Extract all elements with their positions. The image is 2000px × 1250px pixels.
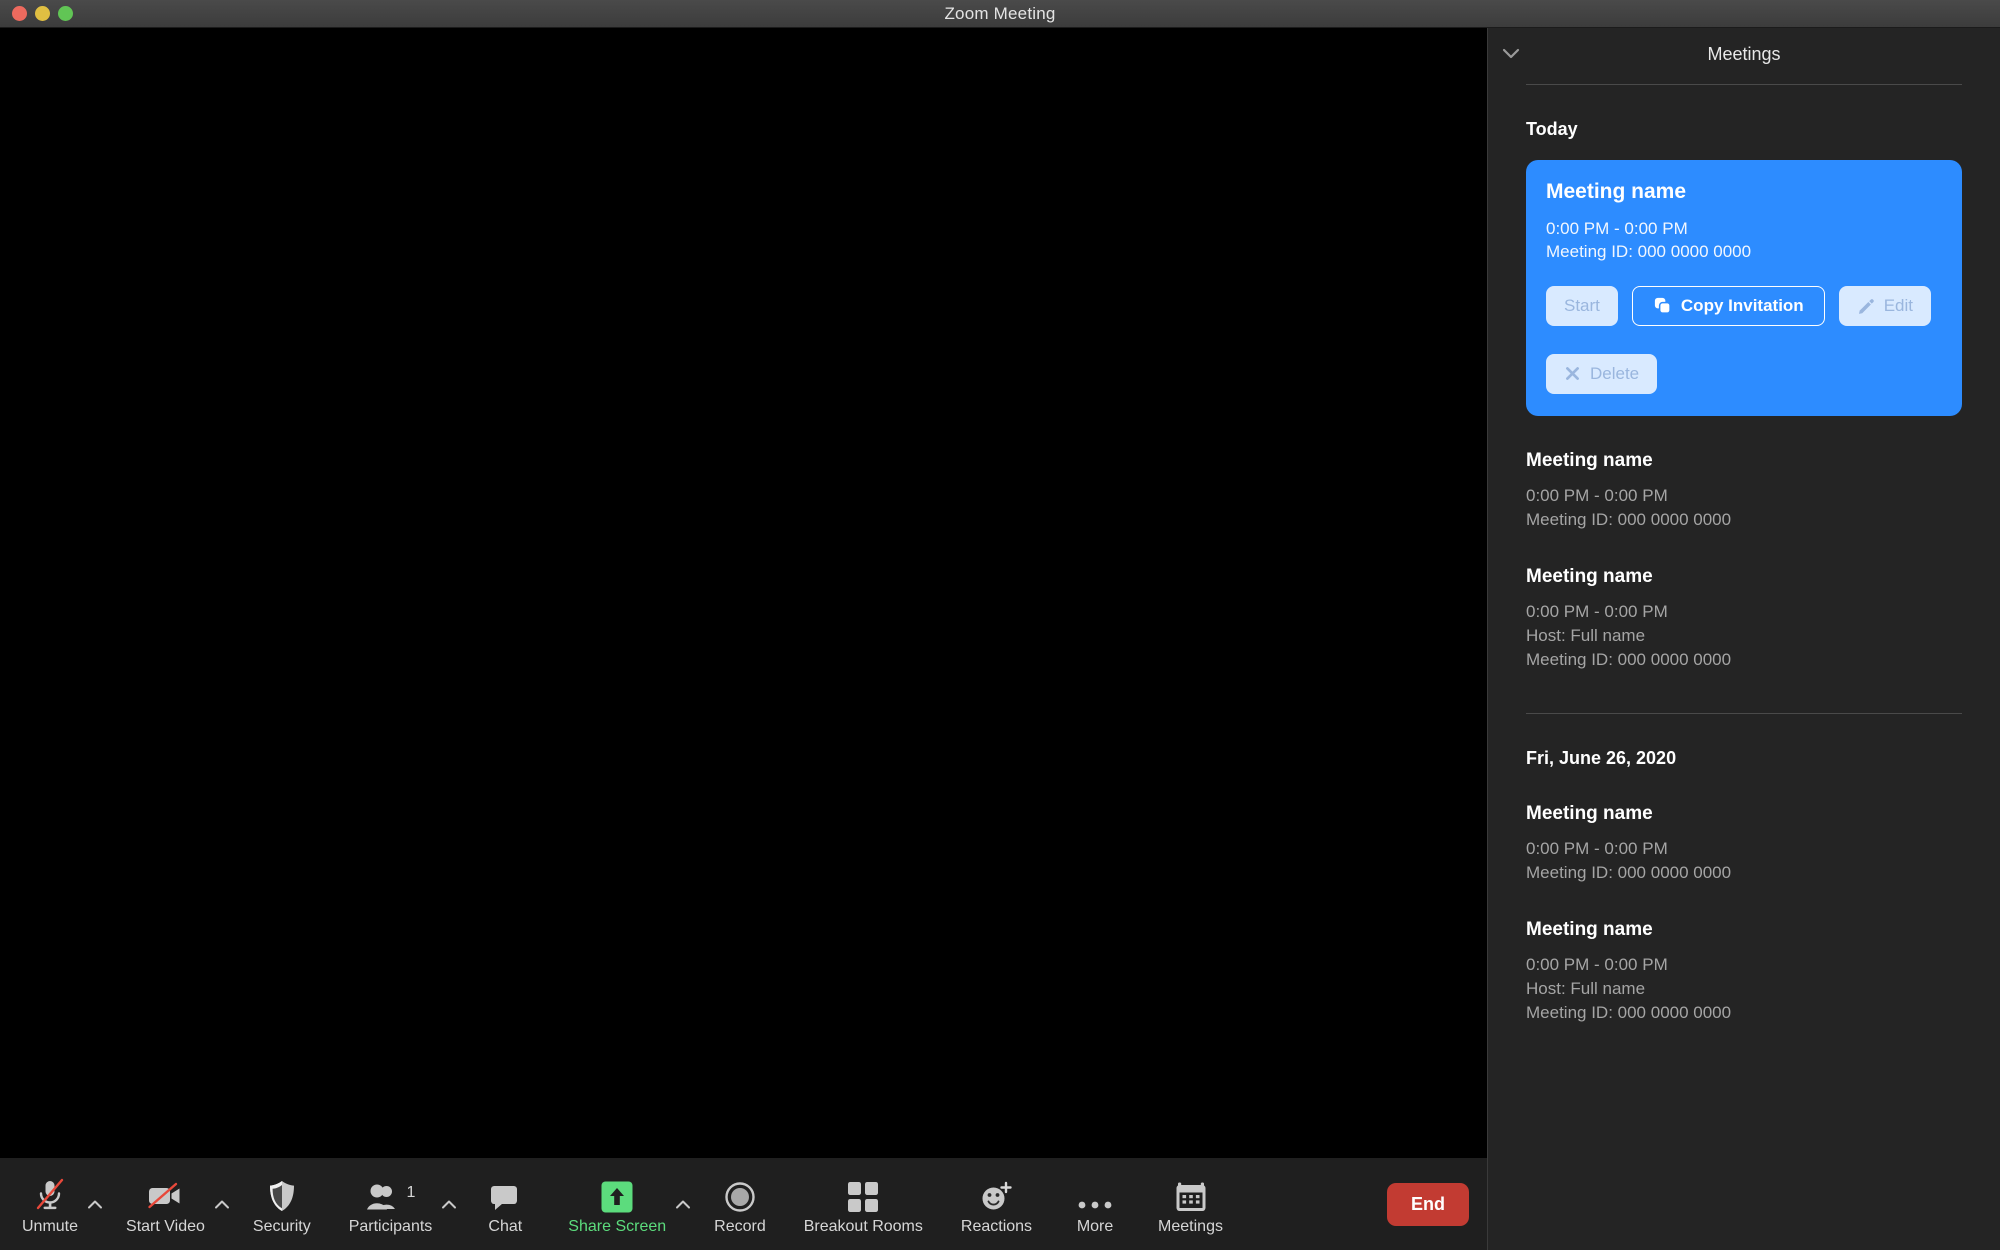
edit-button[interactable]: Edit xyxy=(1838,285,1931,326)
start-button[interactable]: Start xyxy=(1546,285,1618,326)
meeting-name: Meeting name xyxy=(1546,180,1687,203)
toolbar-label-participants: Participants xyxy=(348,1217,433,1235)
meeting-list-item[interactable]: Meeting name 0:00 PM - 0:00 PM Host: Full … xyxy=(1526,919,1962,1025)
window-titlebar: Zoom Meeting xyxy=(0,0,2000,28)
toolbar-button-unmute[interactable]: Unmute xyxy=(16,1158,84,1250)
meeting-id: Meeting ID: 000 0000 0000 xyxy=(1526,862,1732,882)
meeting-id: Meeting ID: 000 0000 0000 xyxy=(1546,241,1752,261)
meeting-name: Meeting name xyxy=(1526,449,1653,471)
shield-icon xyxy=(267,1173,297,1213)
sidebar-header-divider xyxy=(1526,84,1962,85)
delete-button[interactable]: Delete xyxy=(1546,353,1658,394)
meeting-id: Meeting ID: 000 0000 0000 xyxy=(1526,1003,1732,1022)
meeting-group-day-label: Today xyxy=(1526,119,1578,139)
meetings-sidebar: Meetings Today Meeting name 0:00 PM - 0:00… xyxy=(1487,28,2000,1250)
participants-icon: 1 xyxy=(366,1173,416,1213)
meeting-card-actions: Start Copy Invitation Edit Delete xyxy=(1546,285,1942,394)
button-label: Delete xyxy=(1590,363,1640,383)
window-title: Zoom Meeting xyxy=(944,3,1056,23)
toolbar-label-record: Record xyxy=(714,1217,766,1235)
pencil-icon xyxy=(1857,297,1875,315)
share-screen-icon xyxy=(601,1173,633,1213)
end-meeting-button[interactable]: End xyxy=(1387,1182,1469,1226)
copy-invitation-button[interactable]: Copy Invitation xyxy=(1631,285,1825,326)
meeting-time: 0:00 PM - 0:00 PM xyxy=(1526,838,1668,858)
toolbar-button-participants[interactable]: 1 Participants xyxy=(343,1158,439,1250)
meeting-host: Host: Full name xyxy=(1526,626,1646,646)
copy-icon xyxy=(1653,296,1672,315)
meeting-group-divider xyxy=(1526,712,1962,714)
sidebar-header: Meetings xyxy=(1502,28,1962,80)
meeting-time: 0:00 PM - 0:00 PM xyxy=(1526,602,1668,622)
meeting-list-item[interactable]: Meeting name 0:00 PM - 0:00 PM Meeting ID:… xyxy=(1526,803,1962,885)
meeting-name: Meeting name xyxy=(1526,802,1653,824)
toolbar-button-reactions[interactable]: Reactions xyxy=(955,1158,1038,1250)
toolbar-button-chat[interactable]: Chat xyxy=(474,1158,536,1250)
meeting-name: Meeting name xyxy=(1526,918,1653,940)
toolbar-items: Unmute Start Video Security 1 Participant… xyxy=(16,1158,1255,1250)
calendar-icon xyxy=(1175,1173,1207,1213)
meeting-host: Host: Full name xyxy=(1526,978,1646,998)
reactions-icon xyxy=(979,1173,1013,1213)
participants-count-badge: 1 xyxy=(406,1183,416,1201)
button-label: Start xyxy=(1564,295,1600,315)
button-label: Edit xyxy=(1883,295,1913,315)
meeting-time: 0:00 PM - 0:00 PM xyxy=(1526,954,1668,974)
meeting-time: 0:00 PM - 0:00 PM xyxy=(1546,219,1688,238)
meeting-time: 0:00 PM - 0:00 PM xyxy=(1526,485,1668,505)
toolbar-button-more[interactable]: More xyxy=(1064,1158,1126,1250)
chevron-down-icon[interactable] xyxy=(1498,41,1524,67)
meeting-list-item[interactable]: Meeting name 0:00 PM - 0:00 PM Host: Full … xyxy=(1526,566,1962,672)
meeting-groups: Today Meeting name 0:00 PM - 0:00 PM Meetin… xyxy=(1526,119,1962,1025)
meeting-controls-toolbar: Unmute Start Video Security 1 Participant… xyxy=(0,1158,1487,1250)
meeting-name: Meeting name xyxy=(1526,566,1653,588)
toolbar-label-security: Security xyxy=(252,1217,311,1235)
button-label: Copy Invitation xyxy=(1680,295,1804,315)
zoom-meeting-window: Zoom Meeting Meetings Today Meeting name 0… xyxy=(0,0,2000,1250)
toolbar-label-unmute: Unmute xyxy=(22,1217,79,1235)
toolbar-label-breakout-rooms: Breakout Rooms xyxy=(803,1217,923,1235)
meeting-group-day-label: Fri, June 26, 2020 xyxy=(1526,747,1677,768)
video-muted-icon xyxy=(146,1173,184,1213)
toolbar-label-reactions: Reactions xyxy=(960,1217,1033,1235)
meeting-id: Meeting ID: 000 0000 0000 xyxy=(1526,650,1732,670)
toolbar-label-meetings: Meetings xyxy=(1158,1217,1223,1235)
meeting-list-item[interactable]: Meeting name 0:00 PM - 0:00 PM Meeting ID:… xyxy=(1526,450,1962,532)
toolbar-label-share-screen: Share Screen xyxy=(568,1217,667,1235)
sidebar-title: Meetings xyxy=(1707,43,1781,64)
toolbar-label-more: More xyxy=(1076,1217,1114,1235)
microphone-muted-icon xyxy=(33,1173,67,1213)
meeting-card-selected[interactable]: Meeting name 0:00 PM - 0:00 PM Meeting ID:… xyxy=(1526,160,1962,416)
toolbar-button-share-screen[interactable]: Share Screen xyxy=(562,1158,672,1250)
video-stage xyxy=(0,28,1487,1158)
caret-up-icon-participants[interactable] xyxy=(440,1158,458,1250)
toolbar-button-meetings[interactable]: Meetings xyxy=(1152,1158,1229,1250)
toolbar-button-breakout-rooms[interactable]: Breakout Rooms xyxy=(798,1158,929,1250)
chat-bubble-icon xyxy=(489,1173,521,1213)
meeting-id: Meeting ID: 000 0000 0000 xyxy=(1526,510,1732,529)
toolbar-button-start-video[interactable]: Start Video xyxy=(120,1158,211,1250)
breakout-rooms-icon xyxy=(847,1173,879,1213)
caret-up-icon-unmute[interactable] xyxy=(86,1158,104,1250)
ellipsis-icon xyxy=(1077,1173,1113,1213)
caret-up-icon-share-screen[interactable] xyxy=(674,1158,692,1250)
toolbar-label-chat: Chat xyxy=(488,1217,523,1235)
toolbar-button-record[interactable]: Record xyxy=(708,1158,772,1250)
toolbar-label-start-video: Start Video xyxy=(126,1217,205,1235)
caret-up-icon-start-video[interactable] xyxy=(213,1158,231,1250)
close-icon xyxy=(1564,365,1581,382)
record-icon xyxy=(724,1173,756,1213)
toolbar-button-security[interactable]: Security xyxy=(247,1158,317,1250)
